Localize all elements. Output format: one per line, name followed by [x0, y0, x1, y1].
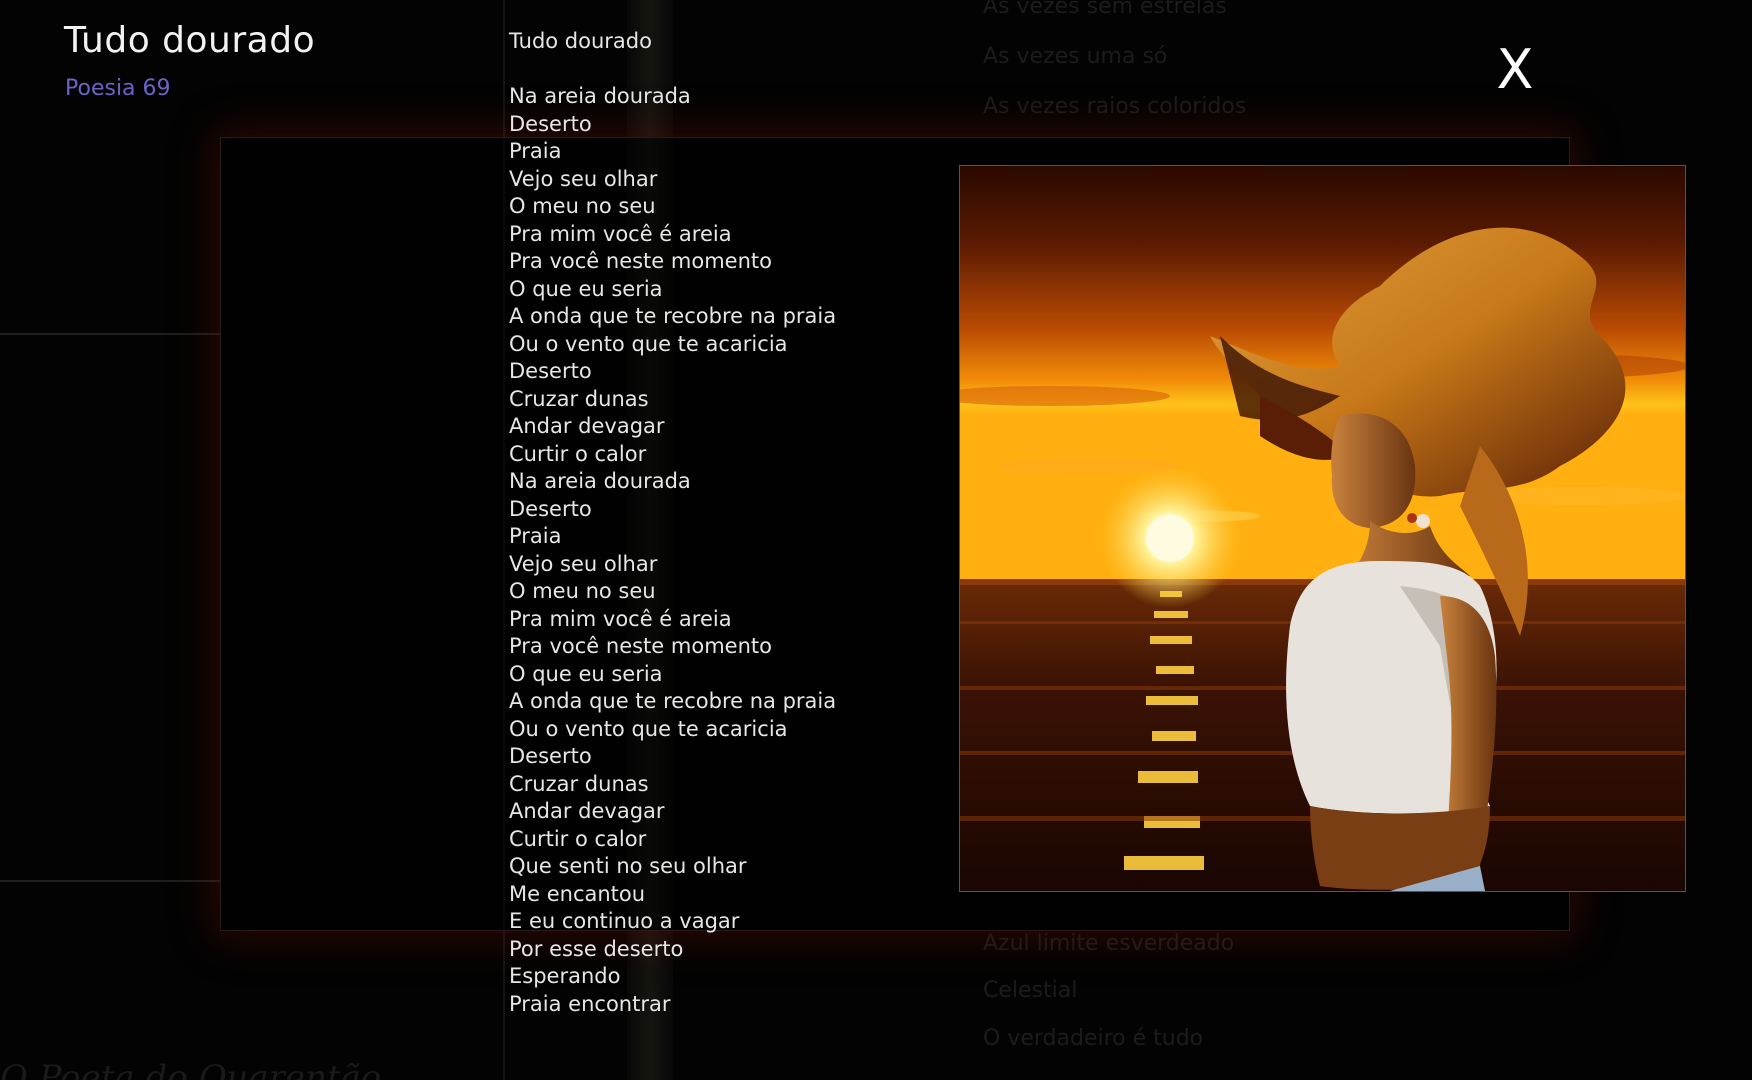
poem-line: Deserto	[509, 744, 592, 768]
poem-line: Deserto	[509, 359, 592, 383]
poem-line: Que senti no seu olhar	[509, 854, 747, 878]
poem-line: Vejo seu olhar	[509, 166, 658, 191]
background-rule	[0, 880, 220, 882]
page-title: Tudo dourado	[64, 20, 316, 61]
poem-line: Pra mim você é areia	[509, 221, 732, 246]
poem-line: Me encantou	[509, 881, 646, 906]
poem-line: Por esse deserto	[509, 936, 684, 961]
poem-title: Tudo dourado	[509, 29, 652, 53]
poem-line: O meu no seu	[509, 194, 656, 218]
background-text: As vezes uma só	[983, 44, 1168, 69]
poem-line: Deserto	[509, 496, 592, 521]
poem-line: Praia encontrar	[509, 991, 671, 1016]
poem-line: Na areia dourada	[509, 469, 691, 493]
background-text: As vezes raios coloridos	[983, 94, 1247, 119]
sunset-photo	[959, 165, 1686, 892]
poem-line: Ou o vento que te acaricia	[509, 716, 788, 741]
poem-line: Cruzar dunas	[509, 771, 649, 796]
poem-line: O meu no seu	[509, 579, 656, 603]
background-text: Azul limite esverdeado	[983, 931, 1235, 956]
poem-text: Tudo dourado Na areia dourada Deserto Pr…	[509, 28, 836, 1018]
poem-line: Ou o vento que te acaricia	[509, 331, 788, 356]
poem-line: Esperando	[509, 964, 621, 988]
poem-line: Curtir o calor	[509, 441, 647, 466]
poem-line: Pra mim você é areia	[509, 606, 732, 631]
poem-line: Na areia dourada	[509, 84, 691, 108]
poem-line: Praia	[509, 524, 562, 548]
poem-line: O que eu seria	[509, 276, 663, 301]
close-button[interactable]: X	[1492, 40, 1538, 100]
background-text: Celestial	[983, 978, 1078, 1003]
lightbox-stage: As vezes sem estrelas As vezes uma só As…	[0, 0, 1752, 1080]
background-text: As vezes sem estrelas	[983, 0, 1227, 19]
poem-line: Praia	[509, 139, 562, 163]
poem-line: Pra você neste momento	[509, 634, 772, 658]
background-text: O verdadeiro é tudo	[983, 1026, 1204, 1051]
background-rule	[0, 333, 220, 335]
poem-line: A onda que te recobre na praia	[509, 689, 837, 713]
poem-line: Deserto	[509, 111, 592, 136]
poem-line: Vejo seu olhar	[509, 551, 658, 576]
poem-line: Cruzar dunas	[509, 386, 649, 411]
poem-line: E eu continuo a vagar	[509, 909, 740, 933]
poem-line: A onda que te recobre na praia	[509, 304, 837, 328]
poem-line: Pra você neste momento	[509, 249, 772, 273]
poem-line: Curtir o calor	[509, 826, 647, 851]
page-subtitle: Poesia 69	[65, 76, 171, 101]
poem-line: Andar devagar	[509, 799, 665, 823]
background-footer-text: O Poeta do Quarentão	[0, 1058, 382, 1080]
poem-line: Andar devagar	[509, 414, 665, 438]
poem-line: O que eu seria	[509, 661, 663, 686]
